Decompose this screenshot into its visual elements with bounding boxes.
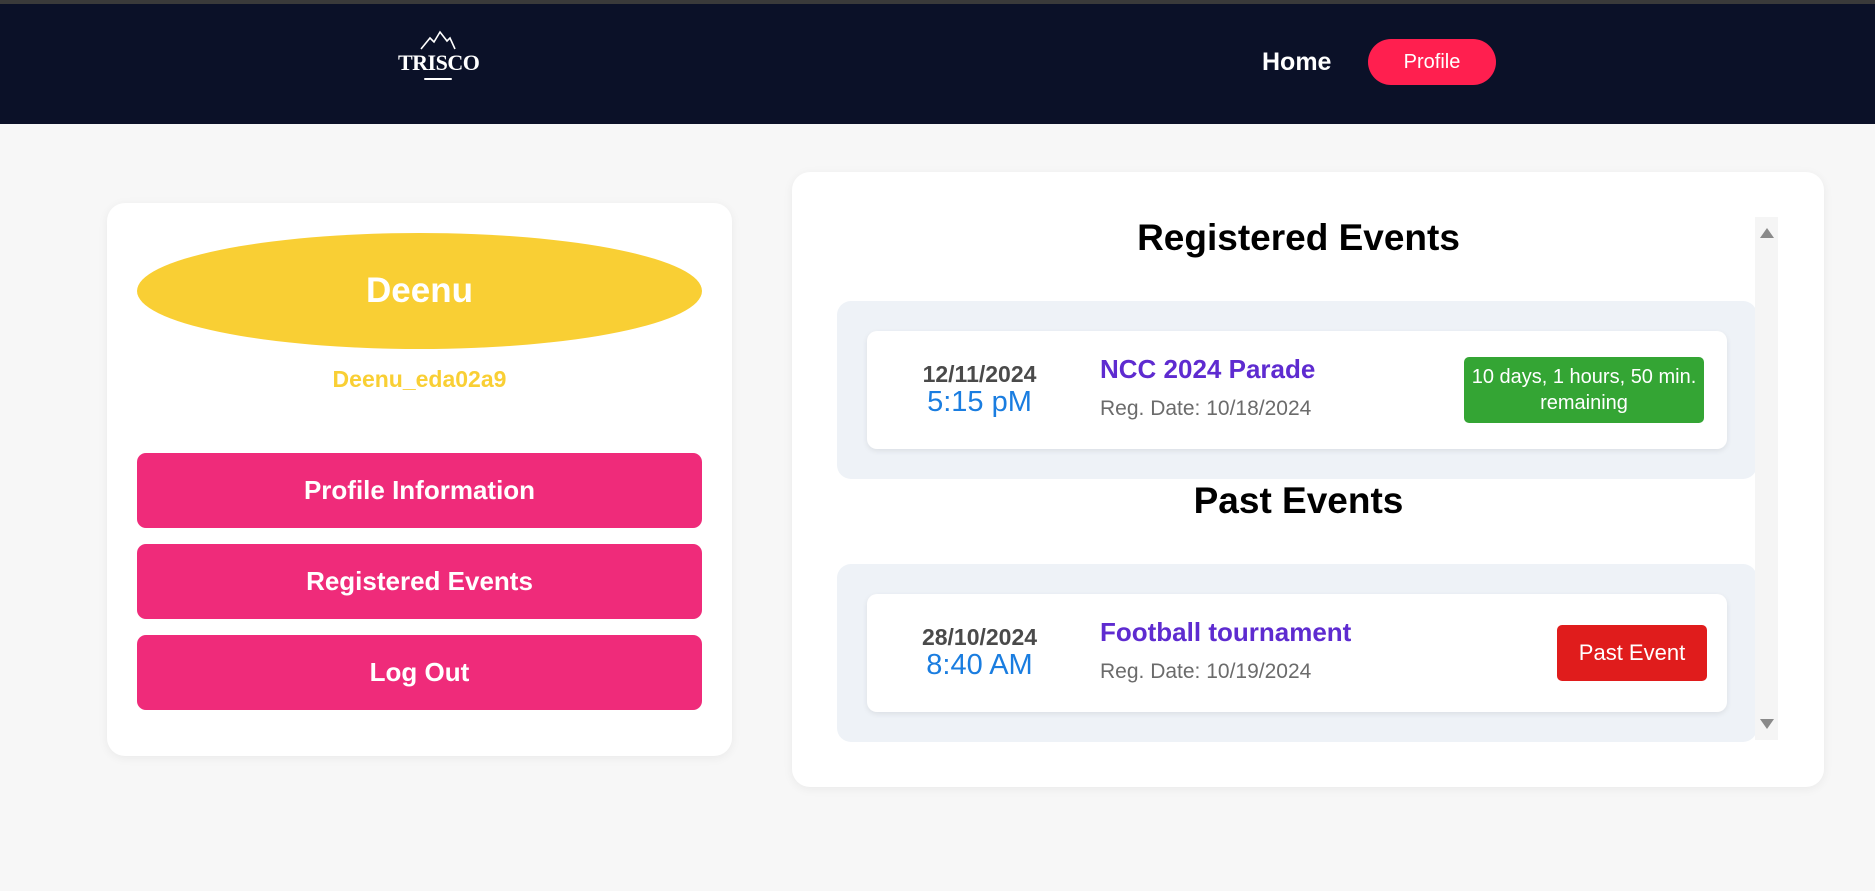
nav-home-link[interactable]: Home	[1262, 48, 1331, 77]
navbar: TRISCO Home Profile	[0, 4, 1875, 124]
registered-events-button[interactable]: Registered Events	[137, 544, 702, 619]
avatar: Deenu	[137, 233, 702, 349]
event-date: 12/11/2024	[922, 361, 1037, 387]
mountain-icon	[420, 30, 456, 50]
event-name-link[interactable]: NCC 2024 Parade	[1100, 354, 1315, 385]
events-panel: Registered Events 12/11/2024 5:15 pM NCC…	[792, 172, 1824, 787]
event-name-link[interactable]: Football tournament	[1100, 617, 1351, 648]
event-card[interactable]: 28/10/2024 8:40 AM Football tournament R…	[867, 594, 1727, 712]
past-events-list: 28/10/2024 8:40 AM Football tournament R…	[837, 564, 1757, 742]
profile-information-button[interactable]: Profile Information	[137, 453, 702, 528]
log-out-button[interactable]: Log Out	[137, 635, 702, 710]
profile-sidebar-card: Deenu Deenu_eda02a9 Profile Information …	[107, 203, 732, 756]
events-scroll-area[interactable]: Registered Events 12/11/2024 5:15 pM NCC…	[837, 217, 1772, 752]
event-date: 28/10/2024	[921, 624, 1038, 650]
past-event-badge: Past Event	[1557, 625, 1707, 681]
past-events-title: Past Events	[1193, 480, 1404, 521]
scroll-up-arrow-icon[interactable]	[1760, 228, 1774, 238]
event-reg-date: Reg. Date: 10/18/2024	[1100, 397, 1312, 420]
time-remaining-badge: 10 days, 1 hours, 50 min. remaining	[1464, 357, 1704, 423]
logo[interactable]: TRISCO	[398, 30, 480, 88]
registered-events-title: Registered Events	[1137, 217, 1460, 258]
event-card[interactable]: 12/11/2024 5:15 pM NCC 2024 Parade Reg. …	[867, 331, 1727, 449]
scroll-down-arrow-icon[interactable]	[1760, 719, 1774, 729]
event-reg-date: Reg. Date: 10/19/2024	[1100, 660, 1312, 683]
nav-profile-button[interactable]: Profile	[1368, 39, 1496, 85]
registered-events-list: 12/11/2024 5:15 pM NCC 2024 Parade Reg. …	[837, 301, 1757, 479]
events-scrollbar[interactable]	[1755, 217, 1778, 740]
logo-underline	[424, 78, 452, 80]
event-time: 8:40 AM	[926, 649, 1033, 681]
username-label: Deenu_eda02a9	[332, 366, 507, 392]
event-time: 5:15 pM	[927, 386, 1032, 418]
logo-text: TRISCO	[398, 50, 480, 75]
